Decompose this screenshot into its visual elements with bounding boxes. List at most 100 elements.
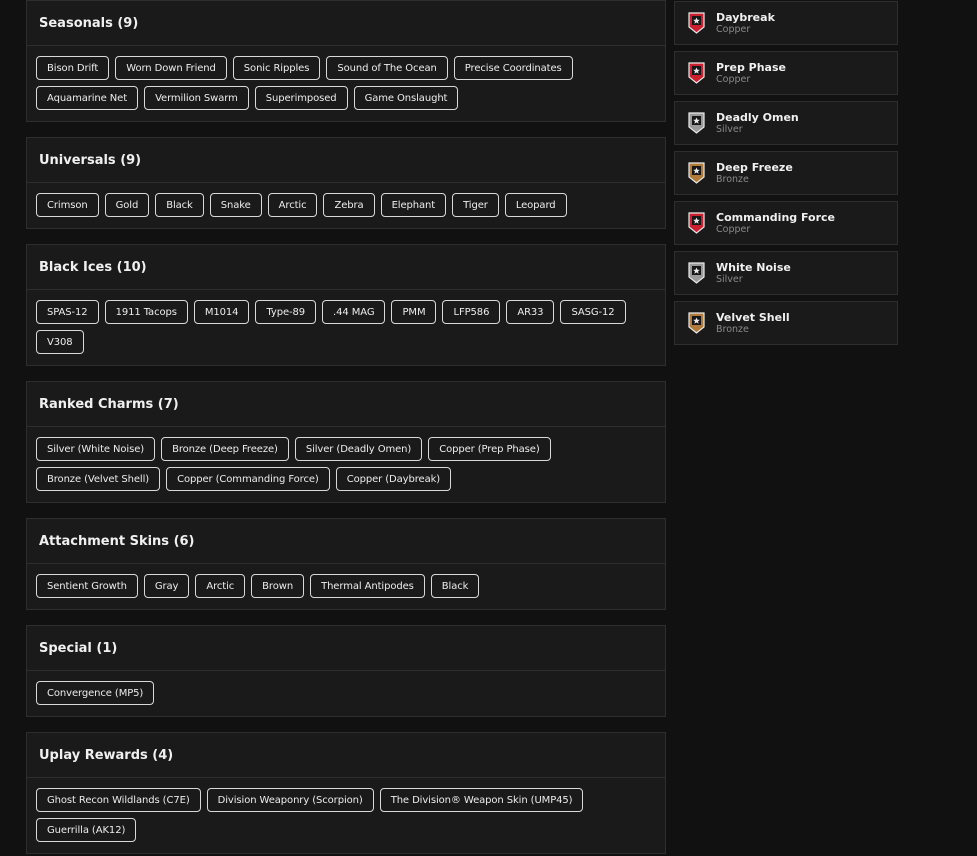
section-uplay-rewards: Uplay Rewards (4) Ghost Recon Wildlands …	[26, 732, 666, 854]
chip-list: Crimson Gold Black Snake Arctic Zebra El…	[27, 183, 665, 228]
rank-name: Velvet Shell	[716, 310, 790, 324]
rank-tier: Copper	[716, 23, 751, 35]
rank-name: Deep Freeze	[716, 160, 793, 174]
rank-name: Commanding Force	[716, 210, 836, 224]
item-chip[interactable]: Sound of The Ocean	[326, 56, 448, 80]
item-chip[interactable]: PMM	[391, 300, 437, 324]
item-chip[interactable]: Game Onslaught	[353, 86, 459, 110]
item-chip[interactable]: Copper (Prep Phase)	[428, 437, 551, 461]
item-chip[interactable]: Black	[155, 193, 204, 217]
item-chip[interactable]: 1911 Tacops	[104, 300, 188, 324]
rank-text: White Noise Silver	[716, 261, 791, 286]
item-chip[interactable]: Gold	[104, 193, 150, 217]
item-chip[interactable]: Leopard	[504, 193, 567, 217]
silver-rank-icon	[688, 112, 705, 134]
item-chip[interactable]: M1014	[193, 300, 250, 324]
item-chip[interactable]: AR33	[506, 300, 555, 324]
rank-item-deep-freeze[interactable]: Deep Freeze Bronze	[674, 151, 898, 195]
section-title: Black Ices (10)	[27, 245, 665, 290]
rank-name: Prep Phase	[716, 60, 786, 74]
section-attachment-skins: Attachment Skins (6) Sentient Growth Gra…	[26, 518, 666, 610]
item-chip[interactable]: Silver (White Noise)	[36, 437, 156, 461]
copper-rank-icon	[688, 212, 705, 234]
item-chip[interactable]: Copper (Commanding Force)	[166, 467, 330, 491]
item-chip[interactable]: Arctic	[267, 193, 318, 217]
item-chip[interactable]: Superimposed	[254, 86, 348, 110]
rank-tier: Silver	[716, 273, 743, 285]
rank-text: Velvet Shell Bronze	[716, 311, 790, 336]
rank-text: Commanding Force Copper	[716, 211, 835, 236]
rank-tier: Copper	[716, 223, 751, 235]
chip-list: Bison Drift Worn Down Friend Sonic Rippl…	[27, 46, 665, 121]
rank-name: White Noise	[716, 260, 791, 274]
item-chip[interactable]: Brown	[251, 574, 305, 598]
item-chip[interactable]: Silver (Deadly Omen)	[294, 437, 423, 461]
rank-tier: Bronze	[716, 323, 749, 335]
item-chip[interactable]: Snake	[209, 193, 262, 217]
item-chip[interactable]: Crimson	[36, 193, 99, 217]
item-chip[interactable]: Type-89	[255, 300, 317, 324]
item-chip[interactable]: .44 MAG	[322, 300, 386, 324]
rank-item-white-noise[interactable]: White Noise Silver	[674, 251, 898, 295]
item-chip[interactable]: Guerrilla (AK12)	[36, 818, 137, 842]
bronze-rank-icon	[688, 162, 705, 184]
item-chip[interactable]: Copper (Daybreak)	[335, 467, 452, 491]
rank-text: Deadly Omen Silver	[716, 111, 799, 136]
rank-tier: Bronze	[716, 173, 749, 185]
item-chip[interactable]: Bronze (Velvet Shell)	[36, 467, 161, 491]
copper-rank-icon	[688, 12, 705, 34]
chip-list: SPAS-12 1911 Tacops M1014 Type-89 .44 MA…	[27, 290, 665, 365]
rank-name: Deadly Omen	[716, 110, 799, 124]
item-chip[interactable]: Gray	[143, 574, 190, 598]
item-chip[interactable]: The Division® Weapon Skin (UMP45)	[379, 788, 584, 812]
item-chip[interactable]: Aquamarine Net	[36, 86, 139, 110]
section-seasonals: Seasonals (9) Bison Drift Worn Down Frie…	[26, 0, 666, 122]
item-chip[interactable]: SPAS-12	[36, 300, 99, 324]
chip-list: Ghost Recon Wildlands (C7E) Division Wea…	[27, 778, 665, 853]
silver-rank-icon	[688, 262, 705, 284]
section-title: Special (1)	[27, 626, 665, 671]
item-chip[interactable]: Tiger	[452, 193, 499, 217]
item-chip[interactable]: Sentient Growth	[36, 574, 138, 598]
rank-item-prep-phase[interactable]: Prep Phase Copper	[674, 51, 898, 95]
copper-rank-icon	[688, 62, 705, 84]
rank-text: Daybreak Copper	[716, 11, 775, 36]
item-chip[interactable]: Bronze (Deep Freeze)	[161, 437, 289, 461]
item-sections: Seasonals (9) Bison Drift Worn Down Frie…	[26, 0, 666, 856]
section-ranked-charms: Ranked Charms (7) Silver (White Noise) B…	[26, 381, 666, 503]
item-chip[interactable]: Black	[430, 574, 480, 598]
rank-item-deadly-omen[interactable]: Deadly Omen Silver	[674, 101, 898, 145]
rank-item-velvet-shell[interactable]: Velvet Shell Bronze	[674, 301, 898, 345]
item-chip[interactable]: Convergence (MP5)	[36, 681, 155, 705]
item-chip[interactable]: Ghost Recon Wildlands (C7E)	[36, 788, 201, 812]
item-chip[interactable]: Worn Down Friend	[115, 56, 227, 80]
section-black-ices: Black Ices (10) SPAS-12 1911 Tacops M101…	[26, 244, 666, 366]
section-title: Ranked Charms (7)	[27, 382, 665, 427]
item-chip[interactable]: Arctic	[195, 574, 246, 598]
section-special: Special (1) Convergence (MP5)	[26, 625, 666, 717]
item-chip[interactable]: Zebra	[323, 193, 375, 217]
item-chip[interactable]: Sonic Ripples	[232, 56, 321, 80]
item-chip[interactable]: SASG-12	[560, 300, 626, 324]
rank-tier: Silver	[716, 123, 743, 135]
rank-text: Deep Freeze Bronze	[716, 161, 793, 186]
chip-list: Silver (White Noise) Bronze (Deep Freeze…	[27, 427, 665, 502]
chip-list: Convergence (MP5)	[27, 671, 665, 716]
section-title: Seasonals (9)	[27, 1, 665, 46]
item-chip[interactable]: Elephant	[380, 193, 447, 217]
item-chip[interactable]: Bison Drift	[36, 56, 110, 80]
item-chip[interactable]: Division Weaponry (Scorpion)	[206, 788, 374, 812]
bronze-rank-icon	[688, 312, 705, 334]
rank-text: Prep Phase Copper	[716, 61, 786, 86]
section-title: Attachment Skins (6)	[27, 519, 665, 564]
item-chip[interactable]: Vermilion Swarm	[144, 86, 249, 110]
rank-item-commanding-force[interactable]: Commanding Force Copper	[674, 201, 898, 245]
item-chip[interactable]: Thermal Antipodes	[310, 574, 425, 598]
chip-list: Sentient Growth Gray Arctic Brown Therma…	[27, 564, 665, 609]
rank-item-daybreak[interactable]: Daybreak Copper	[674, 1, 898, 45]
rank-tier: Copper	[716, 73, 751, 85]
section-title: Uplay Rewards (4)	[27, 733, 665, 778]
item-chip[interactable]: LFP586	[442, 300, 501, 324]
item-chip[interactable]: Precise Coordinates	[453, 56, 573, 80]
item-chip[interactable]: V308	[36, 330, 84, 354]
